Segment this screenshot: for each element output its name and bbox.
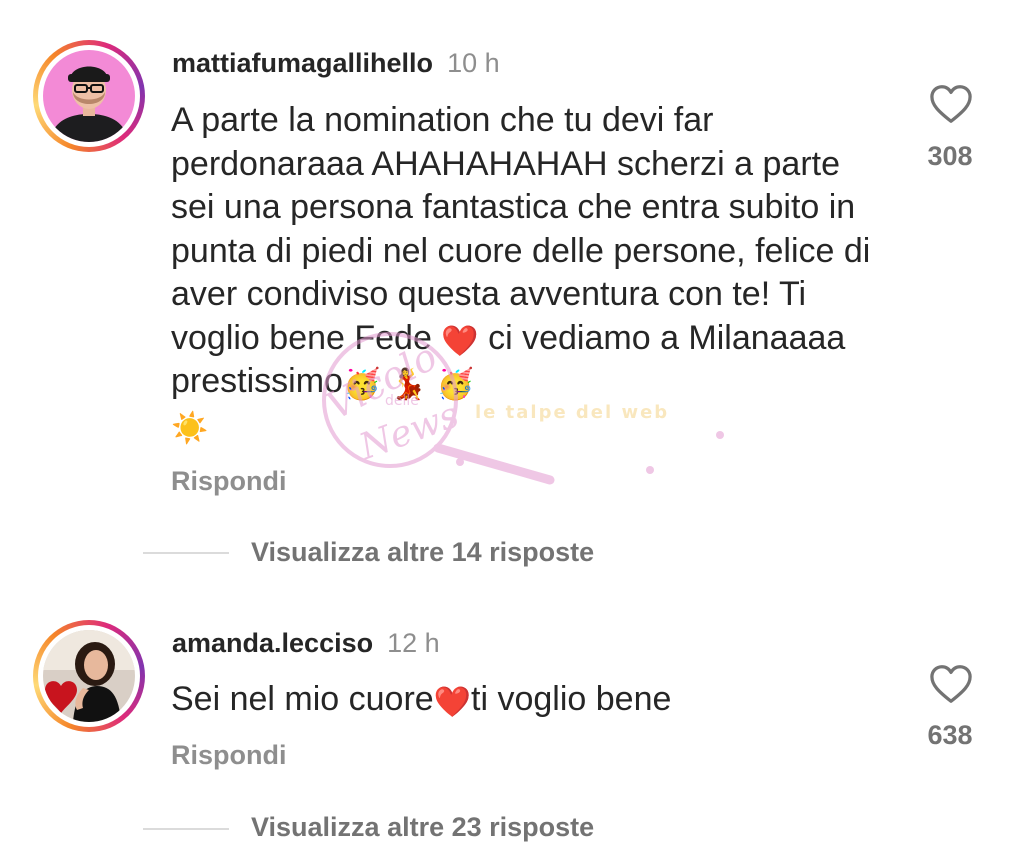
heart-emoji: ❤️ xyxy=(441,324,479,358)
username[interactable]: mattiafumagallihello xyxy=(172,48,433,78)
username[interactable]: amanda.lecciso xyxy=(172,628,373,658)
comment-1: mattiafumagallihello 10 h A parte la nomi… xyxy=(0,0,1024,600)
heart-icon[interactable] xyxy=(929,84,973,124)
comment-text: A parte la nomination che tu devi far pe… xyxy=(171,101,871,445)
divider xyxy=(143,828,229,830)
heart-icon[interactable] xyxy=(929,664,973,704)
like-count: 308 xyxy=(927,141,973,171)
comment-2: amanda.lecciso 12 h Sei nel mio cuore❤️ti… xyxy=(0,600,1024,859)
like-count: 638 xyxy=(927,720,973,750)
sun-emoji: ☀️ xyxy=(171,411,209,445)
party-emoji: 🥳 xyxy=(342,368,381,401)
timestamp: 10 h xyxy=(447,48,500,78)
view-replies-button[interactable]: Visualizza altre 23 risposte xyxy=(251,812,594,843)
party-emoji: 🥳 xyxy=(436,368,474,401)
reply-button[interactable]: Rispondi xyxy=(171,740,287,771)
avatar xyxy=(43,630,135,722)
avatar-story-ring[interactable] xyxy=(33,40,145,152)
heart-emoji: ❤️ xyxy=(433,686,472,719)
comment-header: mattiafumagallihello 10 h xyxy=(172,46,500,80)
avatar-story-ring[interactable] xyxy=(33,620,145,732)
dancer-emoji: 💃 xyxy=(389,368,428,401)
comment-header: amanda.lecciso 12 h xyxy=(172,626,440,660)
avatar xyxy=(43,50,135,142)
view-replies-button[interactable]: Visualizza altre 14 risposte xyxy=(251,537,594,568)
divider xyxy=(143,552,229,554)
reply-button[interactable]: Rispondi xyxy=(171,466,287,497)
comment-text: Sei nel mio cuore❤️ti voglio bene xyxy=(171,680,672,719)
timestamp: 12 h xyxy=(387,628,440,658)
